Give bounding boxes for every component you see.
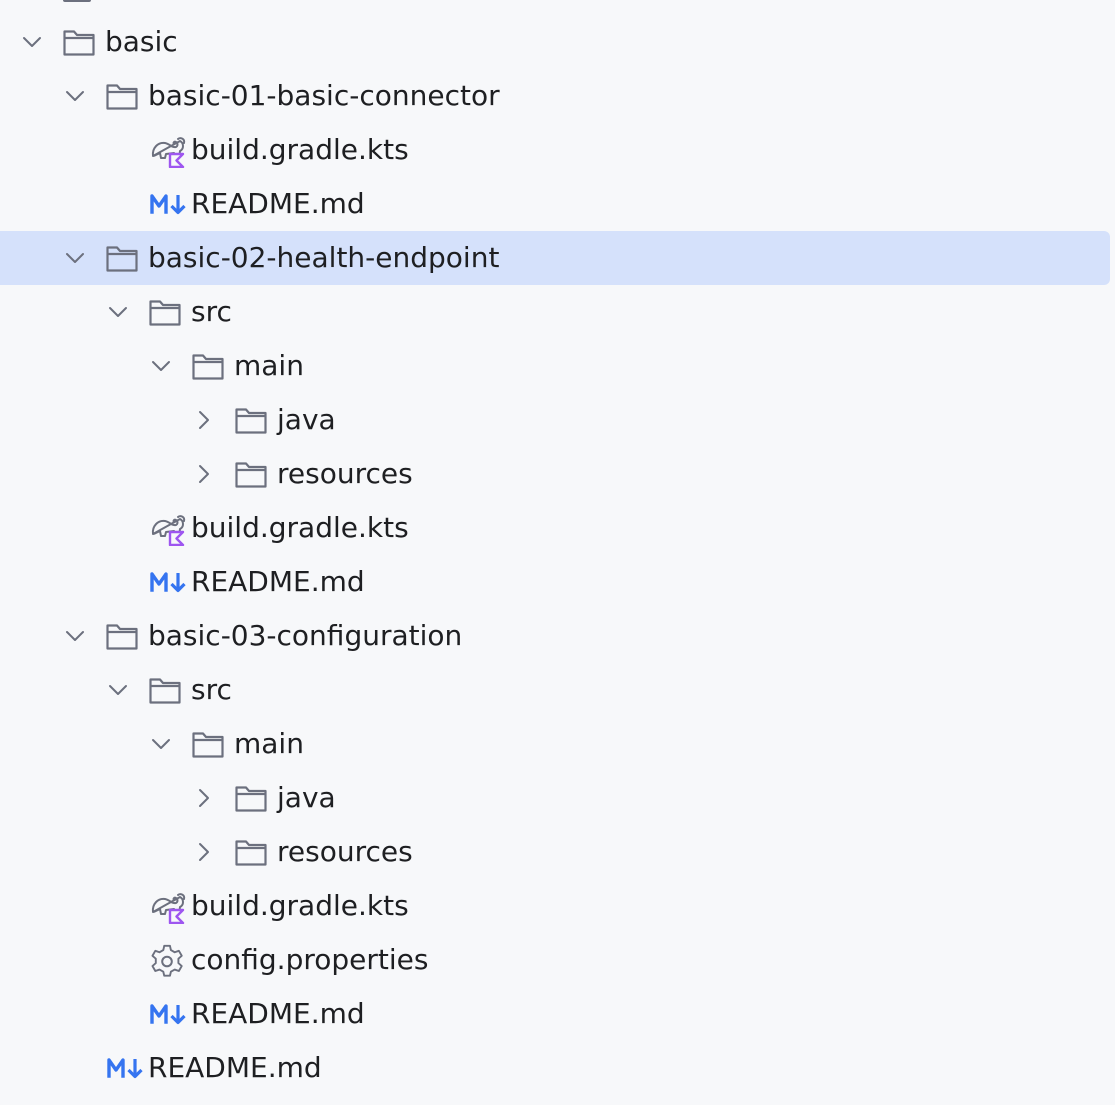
tree-row-label: java xyxy=(277,781,336,814)
tree-row-label: src xyxy=(191,295,232,328)
tree-row-config-properties[interactable]: config.properties xyxy=(0,933,1110,987)
chevron-right-icon[interactable] xyxy=(192,462,216,486)
chevron-right-icon[interactable] xyxy=(192,840,216,864)
folder-icon xyxy=(105,80,139,112)
chevron-down-icon[interactable] xyxy=(20,30,44,54)
chevron-down-icon[interactable] xyxy=(106,678,130,702)
markdown-icon xyxy=(107,1052,143,1084)
chevron-down-icon[interactable] xyxy=(149,732,173,756)
tree-row-resources[interactable]: resources xyxy=(0,825,1110,879)
tree-row-build-gradle-kts[interactable]: build.gradle.kts xyxy=(0,123,1110,177)
tree-row-label: build.gradle.kts xyxy=(191,511,409,544)
folder-icon xyxy=(62,26,96,58)
tree-row-label: resources xyxy=(277,457,413,490)
tree-row-label: basic-01-basic-connector xyxy=(148,79,500,112)
tree-row-label: README.md xyxy=(191,187,365,220)
tree-row-label: build.gradle.kts xyxy=(191,889,409,922)
tree-row-label: basic xyxy=(105,25,178,58)
chevron-down-icon[interactable] xyxy=(63,246,87,270)
chevron-down-icon[interactable] xyxy=(63,84,87,108)
tree-row-resources[interactable]: resources xyxy=(0,447,1110,501)
chevron-right-icon[interactable] xyxy=(192,408,216,432)
tree-row-label: java xyxy=(277,403,336,436)
tree-row-build-gradle-kts[interactable]: build.gradle.kts xyxy=(0,501,1110,555)
gradle-kotlin-icon xyxy=(150,512,186,547)
markdown-icon xyxy=(150,998,186,1030)
tree-row-basic-02-health-endpoint[interactable]: basic-02-health-endpoint xyxy=(0,231,1110,285)
chevron-down-icon[interactable] xyxy=(63,624,87,648)
folder-icon xyxy=(105,620,139,652)
chevron-right-icon[interactable] xyxy=(192,786,216,810)
tree-row-label: build.gradle.kts xyxy=(191,133,409,166)
tree-row-basic-03-configuration[interactable]: basic-03-configuration xyxy=(0,609,1110,663)
folder-icon xyxy=(234,458,268,490)
tree-row-basic[interactable]: basic xyxy=(0,15,1110,69)
tree-row-label: src xyxy=(191,673,232,706)
tree-row-label: basic-02-health-endpoint xyxy=(148,241,500,274)
project-tree: basic basic-01-basic-connector build.gra… xyxy=(0,0,1115,1105)
tree-row-label: README.md xyxy=(191,997,365,1030)
tree-row-java[interactable]: java xyxy=(0,771,1110,825)
tree-row-build-gradle-kts[interactable]: build.gradle.kts xyxy=(0,879,1110,933)
truncated-row-fragment xyxy=(63,0,91,2)
markdown-icon xyxy=(150,566,186,598)
tree-row-basic-01-basic-connector[interactable]: basic-01-basic-connector xyxy=(0,69,1110,123)
gear-icon xyxy=(150,944,184,977)
tree-row-main[interactable]: main xyxy=(0,339,1110,393)
folder-icon xyxy=(148,674,182,706)
tree-row-src[interactable]: src xyxy=(0,285,1110,339)
tree-row-readme-md[interactable]: README.md xyxy=(0,1041,1110,1095)
markdown-icon xyxy=(150,188,186,220)
tree-row-readme-md[interactable]: README.md xyxy=(0,987,1110,1041)
tree-row-label: main xyxy=(234,727,304,760)
tree-row-label: resources xyxy=(277,835,413,868)
tree-row-src[interactable]: src xyxy=(0,663,1110,717)
tree-row-readme-md[interactable]: README.md xyxy=(0,177,1110,231)
folder-icon xyxy=(234,404,268,436)
tree-row-label: config.properties xyxy=(191,943,429,976)
folder-icon xyxy=(105,242,139,274)
tree-row-label: basic-03-configuration xyxy=(148,619,463,652)
folder-icon xyxy=(191,350,225,382)
folder-icon xyxy=(234,782,268,814)
folder-icon xyxy=(148,296,182,328)
tree-row-label: README.md xyxy=(191,565,365,598)
tree-row-readme-md[interactable]: README.md xyxy=(0,555,1110,609)
tree-row-java[interactable]: java xyxy=(0,393,1110,447)
folder-icon xyxy=(234,836,268,868)
chevron-down-icon[interactable] xyxy=(149,354,173,378)
gradle-kotlin-icon xyxy=(150,890,186,925)
gradle-kotlin-icon xyxy=(150,134,186,169)
tree-row-label: main xyxy=(234,349,304,382)
folder-icon xyxy=(191,728,225,760)
tree-row-main[interactable]: main xyxy=(0,717,1110,771)
chevron-down-icon[interactable] xyxy=(106,300,130,324)
tree-row-label: README.md xyxy=(148,1051,322,1084)
